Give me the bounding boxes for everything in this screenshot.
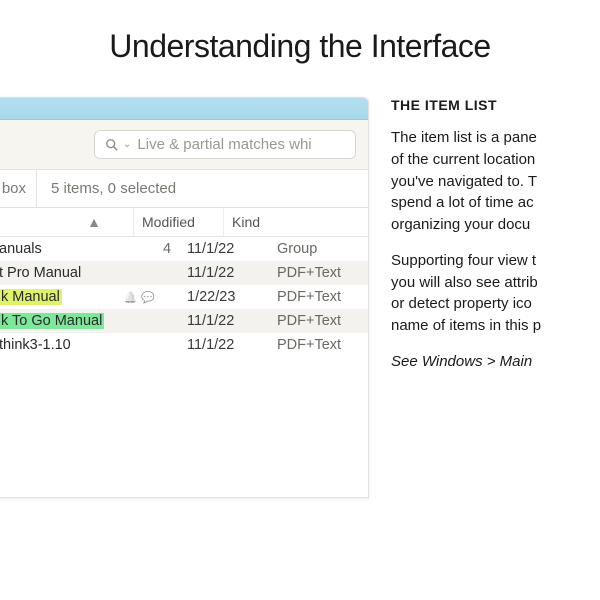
description-para-1: The item list is a paneof the current lo… xyxy=(391,127,591,236)
bell-icon: 🔔 xyxy=(124,291,138,304)
table-row[interactable]: think3-1.10 11/1/22PDF+Text xyxy=(0,333,368,357)
description-panel: THE ITEM LIST The item list is a paneof … xyxy=(369,97,599,498)
item-modified: 11/1/22 xyxy=(179,265,269,281)
description-heading: THE ITEM LIST xyxy=(391,97,591,113)
item-name: think3-1.10 xyxy=(0,337,109,353)
item-modified: 11/1/22 xyxy=(179,313,269,329)
item-kind: PDF+Text xyxy=(269,337,368,353)
item-name: k To Go Manual xyxy=(0,313,109,329)
item-modified: 1/22/23 xyxy=(179,289,269,305)
item-name: k Manual xyxy=(0,289,109,305)
item-status-icons: 🔔💬 xyxy=(109,291,155,304)
description-see-also: See Windows > Main xyxy=(391,351,591,373)
item-kind: Group xyxy=(269,241,368,257)
search-input[interactable]: ⌄ Live & partial matches whi xyxy=(94,130,356,159)
col-header-count[interactable] xyxy=(109,208,133,236)
location-label[interactable]: box xyxy=(0,170,37,207)
column-headers: ▲ Modified Kind xyxy=(0,208,368,237)
item-modified: 11/1/22 xyxy=(179,337,269,353)
selection-summary: 5 items, 0 selected xyxy=(37,170,190,207)
item-modified: 11/1/22 xyxy=(179,241,269,257)
item-kind: PDF+Text xyxy=(269,265,368,281)
item-name: anuals xyxy=(0,241,109,257)
item-name: t Pro Manual xyxy=(0,265,109,281)
comment-icon: 💬 xyxy=(141,291,155,304)
chevron-down-icon: ⌄ xyxy=(123,139,131,150)
item-kind: PDF+Text xyxy=(269,313,368,329)
sort-ascending-icon: ▲ xyxy=(87,214,101,230)
toolbar: ⌄ Live & partial matches whi xyxy=(0,120,368,169)
item-count: 4 xyxy=(155,241,179,257)
table-row[interactable]: t Pro Manual 11/1/22PDF+Text xyxy=(0,261,368,285)
table-row[interactable]: anuals 411/1/22Group xyxy=(0,237,368,261)
item-list: anuals411/1/22Groupt Pro Manual11/1/22PD… xyxy=(0,237,368,497)
page-title: Understanding the Interface xyxy=(0,0,600,97)
search-placeholder: Live & partial matches whi xyxy=(137,136,311,153)
col-header-modified[interactable]: Modified xyxy=(133,208,223,236)
content-area: ⌄ Live & partial matches whi box 5 items… xyxy=(0,97,600,498)
description-para-2: Supporting four view tyou will also see … xyxy=(391,250,591,337)
app-window: ⌄ Live & partial matches whi box 5 items… xyxy=(0,97,369,498)
window-titlebar xyxy=(0,98,368,120)
path-bar: box 5 items, 0 selected xyxy=(0,169,368,208)
search-icon xyxy=(105,138,119,152)
col-header-name[interactable]: ▲ xyxy=(0,208,109,236)
table-row[interactable]: k To Go Manual 11/1/22PDF+Text xyxy=(0,309,368,333)
item-kind: PDF+Text xyxy=(269,289,368,305)
col-header-kind[interactable]: Kind xyxy=(223,208,368,236)
table-row[interactable]: k Manual🔔💬1/22/23PDF+Text xyxy=(0,285,368,309)
